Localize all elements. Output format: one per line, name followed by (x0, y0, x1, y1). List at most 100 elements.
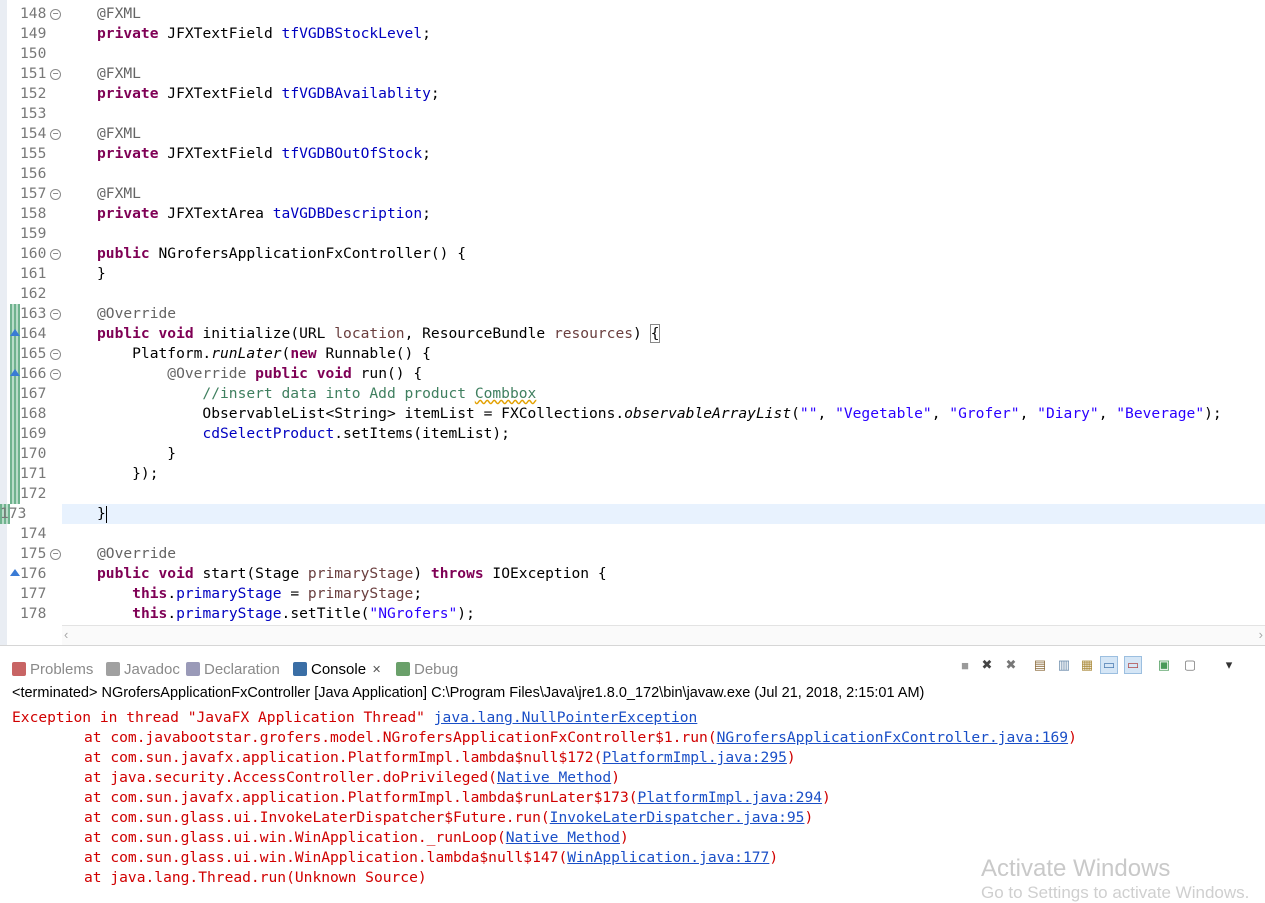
code-line[interactable]: 176 public void start(Stage primaryStage)… (0, 564, 1265, 584)
code-line[interactable]: 168 ObservableList<String> itemList = FX… (0, 404, 1265, 424)
stack-trace-link[interactable]: PlatformImpl.java:295 (602, 749, 787, 766)
remove-all-icon[interactable]: ✖ (1002, 656, 1020, 674)
horizontal-scrollbar[interactable]: ‹ › (62, 625, 1265, 645)
code-text: @FXML (97, 64, 141, 84)
code-token: "" (799, 405, 818, 422)
code-line[interactable]: 159 (0, 224, 1265, 244)
word-wrap-icon[interactable]: ▥ (1055, 656, 1073, 674)
code-line[interactable]: 163 @Override (0, 304, 1265, 324)
fold-toggle-icon[interactable] (50, 549, 61, 560)
fold-toggle-icon[interactable] (50, 309, 61, 320)
override-marker-icon[interactable] (10, 369, 20, 376)
remove-launch-icon[interactable]: ✖ (978, 656, 996, 674)
code-text: @FXML (97, 4, 141, 24)
fold-toggle-icon[interactable] (50, 189, 61, 200)
display-console-icon[interactable]: ▣ (1155, 656, 1173, 674)
activate-windows-title: Activate Windows (981, 855, 1171, 882)
fold-toggle-icon[interactable] (50, 69, 61, 80)
declaration-icon (186, 662, 200, 676)
code-token: ( (791, 405, 800, 422)
stack-trace-text: ) (786, 749, 796, 766)
stack-trace-link[interactable]: InvokeLaterDispatcher.java:95 (550, 809, 805, 826)
stack-trace-link[interactable]: Native Method (506, 829, 620, 846)
code-line[interactable]: 150 (0, 44, 1265, 64)
tab-console[interactable]: Console ✕ (293, 658, 381, 680)
show-on-output-icon[interactable]: ▦ (1078, 656, 1096, 674)
code-line[interactable]: 151 @FXML (0, 64, 1265, 84)
code-token: Runnable() { (316, 345, 431, 362)
pin-console-icon[interactable]: ▭ (1124, 656, 1142, 674)
code-line[interactable]: 164 public void initialize(URL location, … (0, 324, 1265, 344)
code-line[interactable]: 158 private JFXTextArea taVGDBDescription… (0, 204, 1265, 224)
code-line[interactable]: 161} (0, 264, 1265, 284)
code-token: private (97, 145, 159, 162)
code-line[interactable]: 177 this.primaryStage = primaryStage; (0, 584, 1265, 604)
show-on-error-icon[interactable]: ▭ (1100, 656, 1118, 674)
code-line[interactable]: 148 @FXML (0, 4, 1265, 24)
stack-trace-link[interactable]: PlatformImpl.java:294 (638, 789, 823, 806)
code-line[interactable]: 171 }); (0, 464, 1265, 484)
code-token: taVGDBDescription (272, 205, 423, 222)
line-number: 164 (20, 325, 47, 342)
code-line[interactable]: 152 private JFXTextField tfVGDBAvailablit… (0, 84, 1265, 104)
code-token: ObservableList<String> itemList = FXColl… (97, 405, 625, 422)
code-line[interactable]: 169 cdSelectProduct.setItems(itemList); (0, 424, 1265, 444)
override-marker-icon[interactable] (10, 329, 20, 336)
code-line[interactable]: 167 //insert data into Add product Combb… (0, 384, 1265, 404)
code-line[interactable]: 178 this.primaryStage.setTitle("NGrofers… (0, 604, 1265, 624)
code-token: IOException { (483, 565, 607, 582)
code-line[interactable]: 166 @Override public void run() { (0, 364, 1265, 384)
stack-trace-text: ) (822, 789, 831, 806)
current-code-line[interactable]: 173} (0, 504, 1265, 524)
open-console-icon[interactable]: ▢ (1181, 656, 1199, 674)
code-line[interactable]: 172 (0, 484, 1265, 504)
code-token: , (1098, 405, 1117, 422)
scroll-lock-icon[interactable]: ▤ (1031, 656, 1049, 674)
close-tab-icon[interactable]: ✕ (372, 663, 381, 676)
code-line[interactable]: 155 private JFXTextField tfVGDBOutOfStock… (0, 144, 1265, 164)
stack-trace-link[interactable]: NGrofersApplicationFxController.java:169 (717, 729, 1068, 746)
tab-debug[interactable]: Debug (396, 658, 458, 680)
tab-declaration[interactable]: Declaration (186, 658, 280, 680)
fold-toggle-icon[interactable] (50, 249, 61, 260)
code-editor[interactable]: 148 @FXML 149 private JFXTextField tfVGDBSt… (0, 0, 1265, 646)
fold-toggle-icon[interactable] (50, 9, 61, 20)
code-token: JFXTextField (158, 25, 282, 42)
line-number: 176 (20, 565, 47, 582)
code-line[interactable]: 165 Platform.runLater(new Runnable() { (0, 344, 1265, 364)
code-line[interactable]: 149 private JFXTextField tfVGDBStockLevel… (0, 24, 1265, 44)
code-line[interactable]: 154 @FXML (0, 124, 1265, 144)
stack-trace-link[interactable]: java.lang.NullPointerException (434, 709, 698, 726)
override-marker-icon[interactable] (10, 569, 20, 576)
code-token: ) (633, 325, 651, 342)
code-line[interactable]: 170 } (0, 444, 1265, 464)
code-line[interactable]: 175 @Override (0, 544, 1265, 564)
code-line[interactable]: 162 (0, 284, 1265, 304)
code-line[interactable]: 156 (0, 164, 1265, 184)
fold-toggle-icon[interactable] (50, 349, 61, 360)
line-number: 157 (20, 185, 47, 202)
stack-trace-link[interactable]: Native Method (497, 769, 611, 786)
code-text: this.primaryStage.setTitle("NGrofers"); (97, 604, 475, 624)
scroll-right-icon[interactable]: › (1259, 627, 1263, 642)
code-line[interactable]: 153 (0, 104, 1265, 124)
stack-trace-link[interactable]: WinApplication.java:177 (567, 849, 769, 866)
scroll-left-icon[interactable]: ‹ (64, 627, 68, 642)
terminate-icon[interactable]: ■ (956, 656, 974, 674)
tab-javadoc[interactable]: Javadoc (106, 658, 180, 680)
fold-toggle-icon[interactable] (50, 129, 61, 140)
stack-trace-text: ) (619, 829, 629, 846)
code-token: initialize(URL (193, 325, 335, 342)
code-line[interactable]: 160 public NGrofersApplicationFxControlle… (0, 244, 1265, 264)
code-token: ); (1204, 405, 1222, 422)
code-line[interactable]: 157 @FXML (0, 184, 1265, 204)
code-token: . (167, 605, 177, 622)
code-token: }); (97, 465, 159, 482)
code-token: void (316, 365, 352, 382)
code-line[interactable]: 174 (0, 524, 1265, 544)
line-number: 154 (20, 125, 47, 142)
menu-icon[interactable]: ▾ (1220, 656, 1238, 674)
tab-problems[interactable]: Problems (12, 658, 93, 680)
fold-toggle-icon[interactable] (50, 369, 61, 380)
